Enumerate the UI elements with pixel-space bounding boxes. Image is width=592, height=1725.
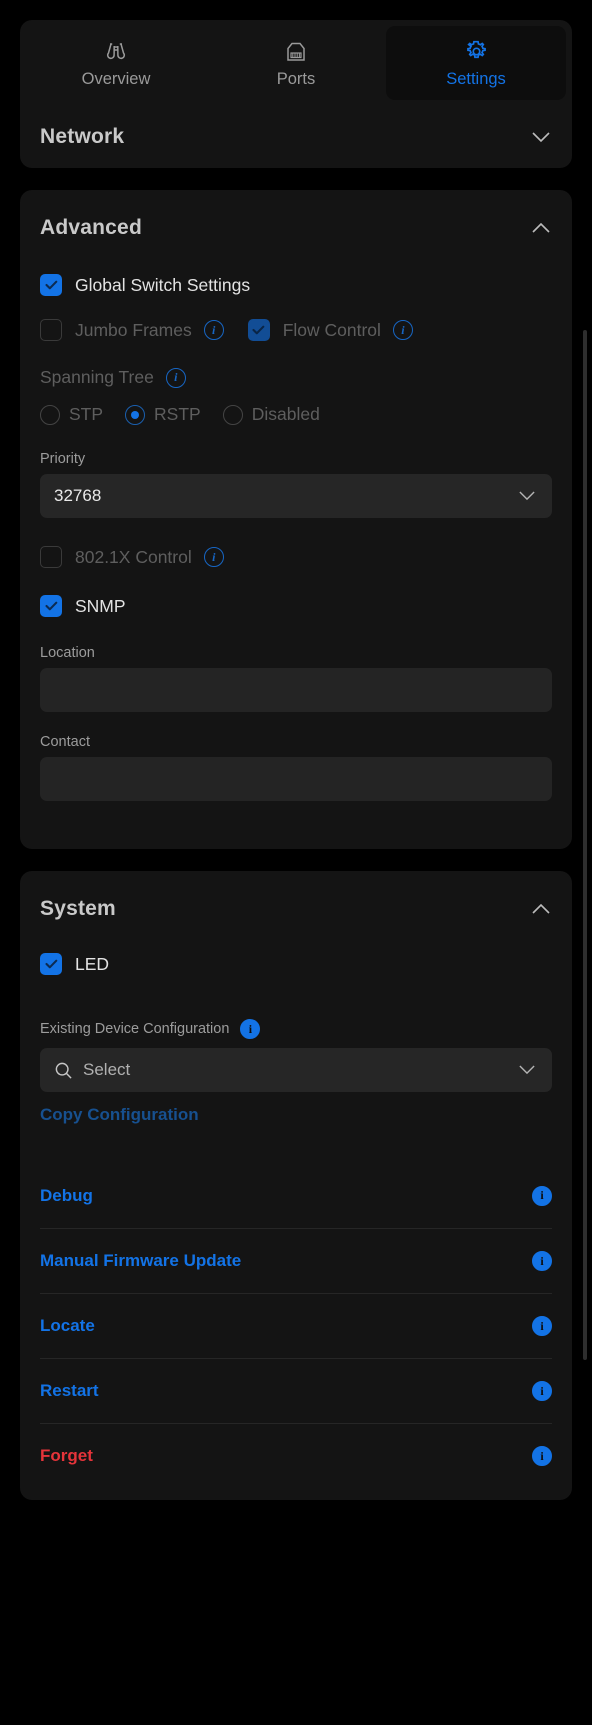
spanning-tree-options: STP RSTP Disabled bbox=[40, 404, 552, 425]
copy-configuration-label: Copy Configuration bbox=[40, 1105, 199, 1124]
led-label: LED bbox=[75, 953, 110, 974]
radio-stp[interactable]: STP bbox=[40, 404, 103, 425]
action-locate[interactable]: Locate i bbox=[40, 1293, 552, 1358]
device-select[interactable]: Select bbox=[40, 1048, 552, 1092]
radio-disabled-label: Disabled bbox=[251, 404, 320, 424]
existing-device-configuration-row: Existing Device Configuration i bbox=[40, 1019, 552, 1039]
radio-rstp[interactable]: RSTP bbox=[125, 404, 201, 425]
action-locate-info-icon[interactable]: i bbox=[532, 1316, 552, 1336]
radio-stp-label: STP bbox=[69, 404, 104, 424]
dot1x-control-label: 802.1X Control bbox=[75, 546, 192, 567]
section-system: System LED Existing Device Configuration… bbox=[20, 871, 572, 1500]
section-network[interactable]: Network bbox=[20, 106, 572, 168]
radio-stp-indicator bbox=[40, 404, 60, 425]
tab-settings[interactable]: Settings bbox=[386, 26, 566, 100]
tab-overview-label: Overview bbox=[81, 70, 151, 89]
section-system-title: System bbox=[40, 897, 116, 920]
action-forget-info-icon[interactable]: i bbox=[532, 1446, 552, 1466]
copy-configuration-button[interactable]: Copy Configuration bbox=[40, 1105, 552, 1125]
dot1x-control-info-icon[interactable]: i bbox=[203, 547, 224, 567]
radio-rstp-label: RSTP bbox=[154, 404, 201, 424]
snmp-checkbox[interactable] bbox=[40, 595, 62, 617]
contact-input[interactable] bbox=[40, 757, 552, 801]
existing-device-configuration-info-icon[interactable]: i bbox=[240, 1019, 261, 1039]
jumbo-flow-row: Jumbo Frames i Flow Control i bbox=[40, 319, 552, 341]
search-icon bbox=[54, 1061, 73, 1080]
contact-field: Contact bbox=[40, 734, 552, 849]
existing-device-configuration-label: Existing Device Configuration bbox=[40, 1021, 230, 1037]
action-locate-label: Locate bbox=[40, 1316, 95, 1335]
led-row[interactable]: LED bbox=[40, 953, 552, 975]
led-checkbox[interactable] bbox=[40, 953, 62, 975]
snmp-row[interactable]: SNMP bbox=[40, 595, 552, 617]
binoculars-icon bbox=[103, 38, 129, 64]
vertical-scrollbar[interactable] bbox=[583, 330, 587, 1360]
action-forget-label: Forget bbox=[40, 1446, 93, 1465]
chevron-up-icon[interactable] bbox=[530, 898, 552, 920]
priority-value: 32768 bbox=[54, 486, 102, 505]
chevron-up-icon[interactable] bbox=[530, 217, 552, 239]
radio-disabled-indicator bbox=[222, 404, 243, 425]
dot1x-control-row: 802.1X Control i bbox=[40, 546, 552, 568]
flow-control-checkbox[interactable] bbox=[247, 319, 270, 341]
global-switch-settings-label: Global Switch Settings bbox=[75, 274, 251, 295]
settings-screen: Overview Ports Settings Network Advanced… bbox=[0, 20, 592, 1725]
action-debug-label: Debug bbox=[40, 1185, 93, 1205]
snmp-label: SNMP bbox=[75, 595, 126, 616]
flow-control-info-icon[interactable]: i bbox=[392, 320, 413, 340]
action-restart-label: Restart bbox=[40, 1381, 99, 1400]
section-advanced: Advanced Global Switch Settings Jumbo Fr… bbox=[20, 190, 572, 849]
location-input[interactable] bbox=[40, 668, 552, 712]
global-switch-settings-checkbox[interactable] bbox=[40, 274, 62, 296]
tab-settings-label: Settings bbox=[446, 70, 506, 89]
action-forget[interactable]: Forget i bbox=[40, 1423, 552, 1488]
tab-ports-label: Ports bbox=[276, 70, 316, 89]
section-advanced-header[interactable]: Advanced bbox=[40, 190, 552, 266]
jumbo-frames-label: Jumbo Frames bbox=[75, 319, 192, 340]
system-actions: Debug i Manual Firmware Update i Locate … bbox=[40, 1163, 552, 1500]
contact-label: Contact bbox=[40, 734, 90, 750]
action-restart[interactable]: Restart i bbox=[40, 1358, 552, 1423]
priority-field: Priority 32768 bbox=[40, 451, 552, 518]
radio-disabled[interactable]: Disabled bbox=[222, 404, 320, 425]
chevron-down-icon[interactable] bbox=[516, 485, 538, 507]
tab-ports[interactable]: Ports bbox=[206, 26, 386, 100]
device-select-value: Select bbox=[83, 1060, 131, 1079]
jumbo-frames-info-icon[interactable]: i bbox=[203, 320, 224, 340]
tab-bar: Overview Ports Settings bbox=[20, 20, 572, 106]
section-network-title: Network bbox=[40, 125, 125, 148]
location-field: Location bbox=[40, 645, 552, 712]
spanning-tree-info-icon[interactable]: i bbox=[165, 367, 186, 388]
gear-icon bbox=[464, 38, 489, 64]
section-advanced-title: Advanced bbox=[40, 216, 142, 239]
chevron-down-icon[interactable] bbox=[530, 126, 552, 148]
priority-label: Priority bbox=[40, 451, 86, 467]
global-switch-settings-row[interactable]: Global Switch Settings bbox=[40, 274, 552, 296]
location-label: Location bbox=[40, 645, 95, 661]
action-debug-info-icon[interactable]: i bbox=[532, 1185, 552, 1206]
action-restart-info-icon[interactable]: i bbox=[532, 1381, 552, 1401]
action-manual-firmware-update[interactable]: Manual Firmware Update i bbox=[40, 1228, 552, 1293]
ethernet-port-icon bbox=[284, 38, 308, 64]
chevron-down-icon[interactable] bbox=[516, 1059, 538, 1081]
spanning-tree-label: Spanning Tree bbox=[40, 367, 154, 387]
action-manual-firmware-update-info-icon[interactable]: i bbox=[532, 1251, 552, 1271]
action-manual-firmware-update-label: Manual Firmware Update bbox=[40, 1251, 242, 1270]
action-debug[interactable]: Debug i bbox=[40, 1163, 552, 1228]
flow-control-label: Flow Control bbox=[282, 319, 381, 340]
tab-overview[interactable]: Overview bbox=[26, 26, 206, 100]
radio-rstp-indicator bbox=[125, 404, 146, 425]
priority-select[interactable]: 32768 bbox=[40, 474, 552, 518]
spanning-tree-row: Spanning Tree i bbox=[40, 367, 552, 388]
dot1x-control-checkbox[interactable] bbox=[40, 546, 62, 568]
section-system-header[interactable]: System bbox=[40, 871, 552, 947]
jumbo-frames-checkbox[interactable] bbox=[40, 319, 62, 341]
